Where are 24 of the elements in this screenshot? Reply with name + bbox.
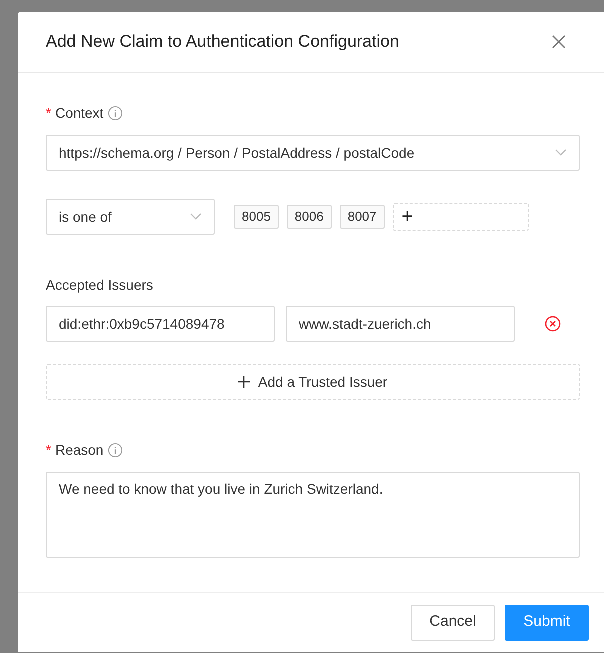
add-tag-button[interactable]: + bbox=[392, 203, 529, 231]
field-label: Reason bbox=[55, 440, 104, 460]
value-tag: 8007 bbox=[340, 205, 385, 229]
field-label: Context bbox=[55, 104, 104, 122]
dialog-title: Add New Claim to Authentication Configuration bbox=[46, 31, 400, 54]
close-icon[interactable] bbox=[552, 35, 566, 49]
remove-circle-icon[interactable] bbox=[545, 316, 561, 332]
add-issuer-button[interactable]: Add a Trusted Issuer bbox=[46, 364, 580, 400]
value-tag: 8005 bbox=[234, 205, 279, 229]
plus-icon bbox=[238, 376, 250, 388]
reason-field[interactable]: We need to know that you live in Zurich Switzerland. bbox=[46, 472, 580, 558]
operator-select[interactable]: is one of bbox=[46, 199, 215, 235]
value-tag: 8006 bbox=[286, 205, 332, 229]
required-asterisk: * bbox=[46, 440, 52, 460]
issuer-did-field[interactable]: did:ethr:0xb9c5714089478 bbox=[46, 306, 275, 342]
info-icon bbox=[108, 106, 123, 120]
context-select[interactable]: https://schema.org / Person / PostalAddress / postalCode bbox=[46, 135, 580, 171]
issuer-domain-field[interactable]: www.stadt-zuerich.ch bbox=[286, 306, 515, 342]
field-label: Accepted Issuers bbox=[46, 276, 154, 295]
chevron-down-icon bbox=[555, 149, 567, 157]
cancel-button[interactable]: Cancel bbox=[411, 604, 495, 640]
required-asterisk: * bbox=[46, 104, 52, 122]
chevron-down-icon bbox=[190, 213, 202, 221]
info-icon bbox=[108, 442, 123, 458]
